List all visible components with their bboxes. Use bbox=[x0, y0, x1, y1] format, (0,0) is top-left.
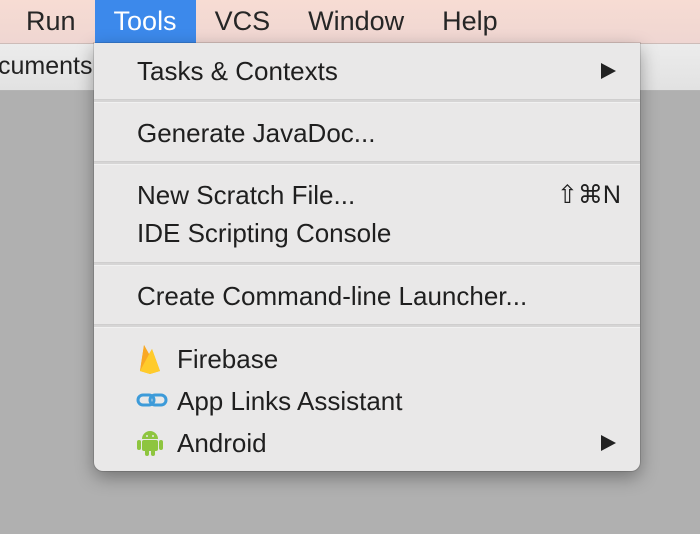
menu-item-label: App Links Assistant bbox=[177, 386, 403, 416]
menu-item-label: Generate JavaDoc... bbox=[137, 118, 376, 148]
menu-tools[interactable]: Tools bbox=[94, 0, 196, 43]
firebase-icon bbox=[136, 343, 164, 374]
documents-tab[interactable]: cuments bbox=[0, 46, 92, 86]
menu-separator bbox=[94, 324, 640, 328]
menu-separator bbox=[94, 99, 640, 103]
menu-bar: Run Tools VCS Window Help bbox=[0, 0, 700, 44]
menu-item-new-scratch-file[interactable]: New Scratch File... ⇧⌘N bbox=[94, 175, 640, 213]
menu-item-firebase[interactable]: Firebase bbox=[94, 339, 640, 377]
android-icon bbox=[136, 427, 164, 457]
menu-item-label: Android bbox=[177, 428, 267, 458]
app-links-icon bbox=[136, 385, 168, 415]
menu-item-label: Firebase bbox=[177, 344, 279, 374]
keyboard-shortcut: ⇧⌘N bbox=[556, 181, 621, 209]
tools-dropdown-menu: Tasks & Contexts Generate JavaDoc... New… bbox=[94, 43, 640, 471]
menu-item-android[interactable]: Android bbox=[94, 423, 640, 461]
menu-separator bbox=[94, 161, 640, 165]
menu-vcs[interactable]: VCS bbox=[196, 0, 290, 43]
menu-item-label: Tasks & Contexts bbox=[137, 56, 338, 86]
menu-item-label: Create Command-line Launcher... bbox=[137, 281, 528, 311]
menu-run[interactable]: Run bbox=[0, 0, 95, 43]
menu-item-label: IDE Scripting Console bbox=[137, 218, 392, 248]
menu-item-ide-scripting-console[interactable]: IDE Scripting Console bbox=[94, 213, 640, 251]
submenu-arrow-icon bbox=[601, 63, 616, 79]
menu-item-app-links-assistant[interactable]: App Links Assistant bbox=[94, 381, 640, 419]
submenu-arrow-icon bbox=[601, 435, 616, 451]
menu-item-label: New Scratch File... bbox=[137, 180, 356, 210]
menu-window[interactable]: Window bbox=[289, 0, 423, 43]
menu-item-create-command-line-launcher[interactable]: Create Command-line Launcher... bbox=[94, 276, 640, 314]
menu-item-generate-javadoc[interactable]: Generate JavaDoc... bbox=[94, 113, 640, 151]
menu-help[interactable]: Help bbox=[423, 0, 517, 43]
menu-item-tasks-contexts[interactable]: Tasks & Contexts bbox=[94, 51, 640, 89]
menu-separator bbox=[94, 262, 640, 266]
